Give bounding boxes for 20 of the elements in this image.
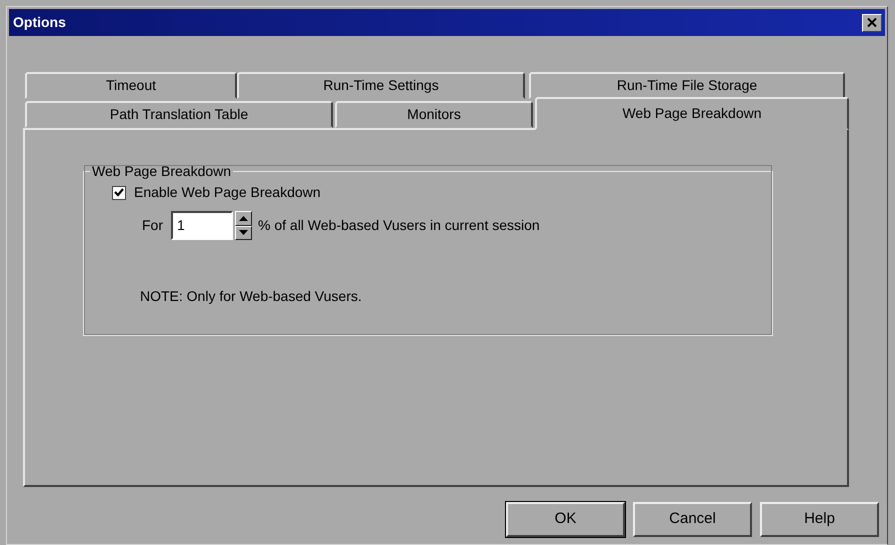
dialog-button[interactable]: Cancel bbox=[633, 502, 752, 537]
dialog-button[interactable]: OK bbox=[506, 502, 625, 537]
number-field[interactable]: 1 bbox=[171, 211, 233, 240]
close-button[interactable] bbox=[862, 14, 882, 32]
tab[interactable]: Run-Time Settings bbox=[237, 72, 525, 99]
tab[interactable]: Path Translation Table bbox=[25, 101, 333, 128]
tab[interactable]: Web Page Breakdown bbox=[535, 97, 849, 130]
tab[interactable]: Monitors bbox=[335, 101, 533, 128]
note-text: NOTE: Only for Web-based Vusers. bbox=[140, 287, 363, 306]
close-icon bbox=[867, 18, 877, 27]
tab[interactable]: Timeout bbox=[25, 72, 237, 99]
spin-suffix: % of all Web-based Vusers in current session bbox=[258, 216, 540, 235]
spin-label: For bbox=[142, 216, 163, 235]
group-title: Web Page Breakdown bbox=[91, 164, 232, 178]
window-title: Options bbox=[13, 13, 66, 32]
spin-buttons[interactable] bbox=[235, 211, 252, 240]
dialog-button[interactable]: Help bbox=[760, 502, 879, 537]
checkbox-label: Enable Web Page Breakdown bbox=[134, 183, 321, 202]
checkbox[interactable] bbox=[112, 186, 126, 200]
tab[interactable]: Run-Time File Storage bbox=[529, 72, 845, 99]
